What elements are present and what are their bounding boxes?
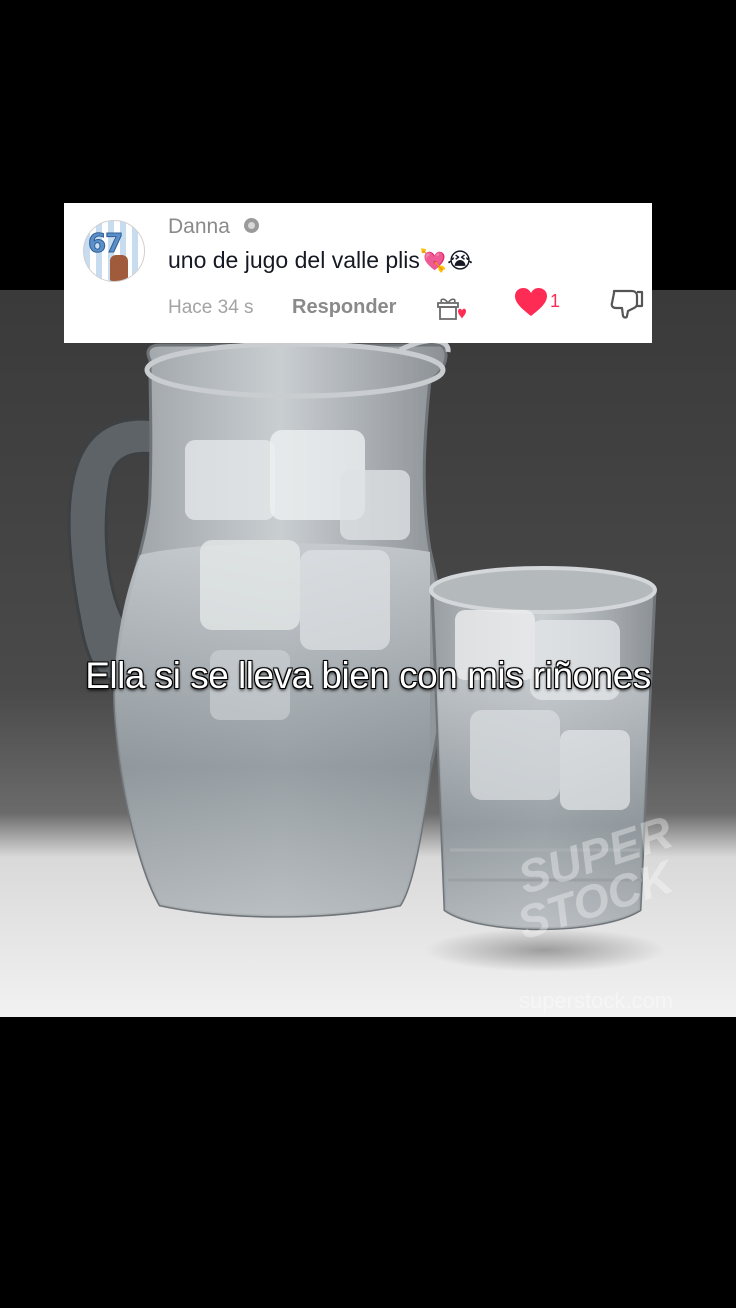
verified-badge-icon — [243, 218, 259, 233]
gift-heart-icon[interactable] — [436, 297, 466, 323]
comment-text: uno de jugo del valle plis — [168, 247, 420, 273]
video-caption: Ella si se lleva bien con mis riñones — [85, 655, 651, 696]
username-text: Danna — [168, 215, 230, 238]
comment-sticker[interactable]: 67 Danna uno de jugo del valle plis💘😭 Ha… — [64, 203, 652, 343]
avatar-figure — [110, 255, 128, 281]
comment-username[interactable]: Danna — [168, 215, 259, 239]
watermark-text: superstock.com — [519, 988, 673, 1013]
comment-emojis: 💘😭 — [419, 249, 474, 274]
heart-icon[interactable] — [514, 287, 548, 317]
video-frame-photo: SUPER STOCK superstock.com — [0, 290, 736, 1017]
comment-timestamp: Hace 34 s — [168, 297, 254, 318]
video-screen[interactable]: SUPER STOCK superstock.com 67 Danna uno … — [0, 0, 736, 1308]
pitcher-and-glass-illustration: SUPER STOCK superstock.com — [67, 338, 682, 1013]
thumbs-down-icon[interactable] — [610, 287, 644, 319]
like-count: 1 — [550, 291, 561, 311]
comment-body: uno de jugo del valle plis💘😭 — [168, 247, 473, 274]
reply-button[interactable]: Responder — [292, 296, 396, 319]
avatar[interactable]: 67 — [83, 220, 145, 282]
